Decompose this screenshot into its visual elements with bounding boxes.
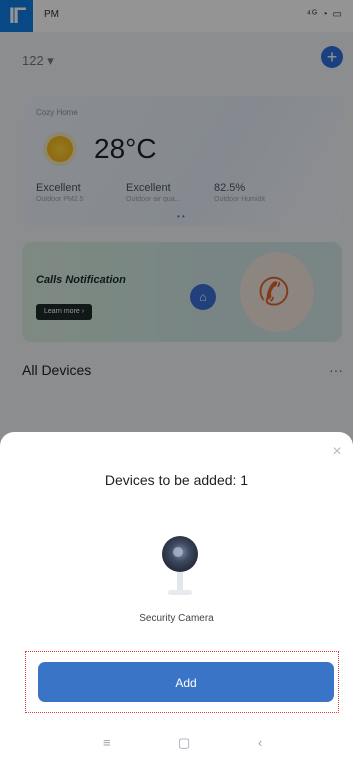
menu-icon[interactable]: ≡ xyxy=(103,735,111,750)
close-icon[interactable]: × xyxy=(327,442,347,462)
back-icon[interactable]: ‹ xyxy=(258,735,262,750)
device-name: Security Camera xyxy=(139,613,214,624)
camera-stand xyxy=(177,572,183,590)
system-nav-bar: ≡ ▢ ‹ xyxy=(0,731,353,761)
add-button[interactable]: Add xyxy=(38,662,334,702)
camera-base xyxy=(168,590,192,595)
camera-lens-icon xyxy=(173,547,183,557)
sheet-title: Devices to be added: 1 xyxy=(104,472,249,488)
app-screen: IΓ PM ⁴ᴳ ◔ ▭ 122 ▾ + Cozy Home 28°C Exce… xyxy=(0,0,353,771)
home-nav-icon[interactable]: ▢ xyxy=(178,735,190,751)
add-device-sheet: × Devices to be added: 1 Security Camera… xyxy=(0,432,353,771)
